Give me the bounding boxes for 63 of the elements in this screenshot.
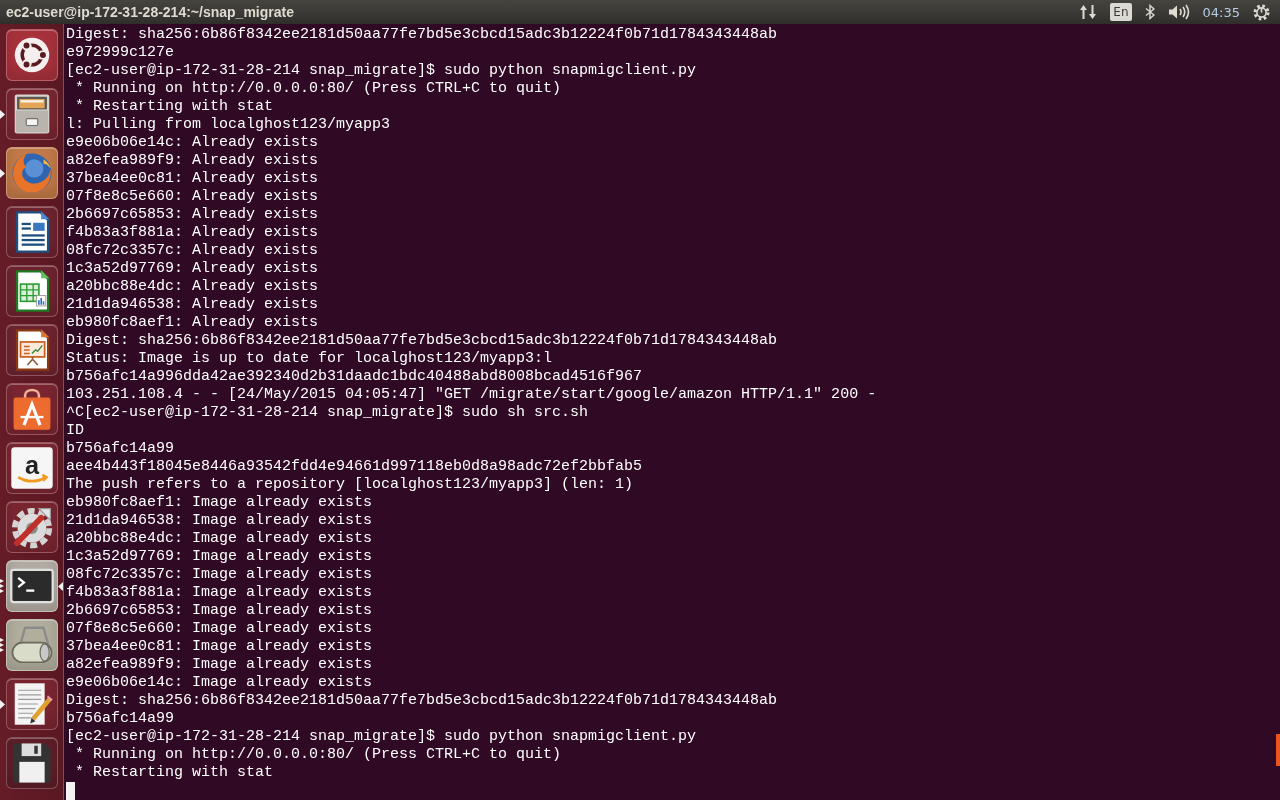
terminal-line: ^C[ec2-user@ip-172-31-28-214 snap_migrate]$ sudo sh src.sh [66, 404, 589, 422]
power-gear-icon[interactable] [1253, 3, 1270, 21]
terminal-line: Digest: sha256:6b86f8342ee2181d50aa77fe7bd5e3cbcd15adc3b12224f0b71d1784343448ab [66, 26, 778, 44]
volume-icon[interactable] [1167, 4, 1190, 20]
launcher-button[interactable] [5, 29, 58, 81]
launcher-button[interactable] [5, 265, 58, 317]
terminal-line: e9e06b06e14c: Image already exists [66, 674, 373, 692]
terminal-line: b756afc14a99 [66, 710, 175, 728]
terminal-line: a20bbc88e4dc: Image already exists [66, 530, 373, 548]
terminal-line: 1c3a52d97769: Already exists [66, 260, 319, 278]
scrollbar-thumb[interactable] [1276, 734, 1280, 766]
terminal-line: e9e06b06e14c: Already exists [66, 134, 319, 152]
launcher-button[interactable] [5, 501, 58, 553]
launcher-button[interactable] [5, 147, 58, 199]
terminal-line: The push refers to a repository [localghost123/myapp3] (len: 1) [66, 476, 634, 494]
terminal-line: Digest: sha256:6b86f8342ee2181d50aa77fe7bd5e3cbcd15adc3b12224f0b71d1784343448ab [66, 332, 778, 350]
terminal-line: f4b83a3f881a: Already exists [66, 224, 319, 242]
terminal-line: eb980fc8aef1: Image already exists [66, 494, 373, 512]
terminal-line: Status: Image is up to date for localghost123/myapp3:l [66, 350, 553, 368]
launcher-button[interactable] [5, 324, 58, 376]
terminal-line: 07f8e8c5e660: Already exists [66, 188, 319, 206]
window-title: ec2-user@ip-172-31-28-214:~/snap_migrate [6, 4, 294, 20]
terminal-line: 2b6697c65853: Image already exists [66, 602, 373, 620]
launcher-button[interactable] [5, 560, 58, 612]
terminal-line: aee4b443f18045e8446a93542fdd4e94661d997118eb0d8a98adc72ef2bbfab5 [66, 458, 643, 476]
terminal-line: ID [66, 422, 84, 440]
terminal-line: a82efea989f9: Already exists [66, 152, 319, 170]
launcher-button[interactable] [5, 383, 58, 435]
terminal-line: * Restarting with stat [74, 764, 274, 782]
terminal-line: b756afc14a996dda42ae392340d2b31daadc1bdc40488abd8008bcad4516f967 [66, 368, 643, 386]
launcher-button[interactable] [5, 619, 58, 671]
terminal-line: 08fc72c3357c: Image already exists [66, 566, 373, 584]
terminal-line: eb980fc8aef1: Already exists [66, 314, 319, 332]
terminal-line: 21d1da946538: Image already exists [66, 512, 373, 530]
keyboard-layout-indicator[interactable]: En [1110, 3, 1132, 21]
terminal-line: 08fc72c3357c: Already exists [66, 242, 319, 260]
terminal-line: 37bea4ee0c81: Image already exists [66, 638, 373, 656]
terminal-line: 21d1da946538: Already exists [66, 296, 319, 314]
terminal-line: f4b83a3f881a: Image already exists [66, 584, 373, 602]
terminal-line: 07f8e8c5e660: Image already exists [66, 620, 373, 638]
terminal-line: a82efea989f9: Image already exists [66, 656, 373, 674]
terminal-line: * Running on http://0.0.0.0:80/ (Press CTRL+C to quit) [74, 746, 562, 764]
launcher-button[interactable] [5, 206, 58, 258]
terminal-line: 103.251.108.4 - - [24/May/2015 04:05:47] "GET /migrate/start/google/amazon HTTP/1.1" 200 - [66, 386, 877, 404]
launcher-button[interactable] [5, 678, 58, 730]
terminal-line: 1c3a52d97769: Image already exists [66, 548, 373, 566]
terminal-line: e972999c127e [66, 44, 175, 62]
terminal-line: 2b6697c65853: Already exists [66, 206, 319, 224]
terminal-line: l: Pulling from localghost123/myapp3 [66, 116, 391, 134]
terminal-line: a20bbc88e4dc: Already exists [66, 278, 319, 296]
terminal-pane[interactable] [64, 24, 1280, 800]
terminal-line: Digest: sha256:6b86f8342ee2181d50aa77fe7bd5e3cbcd15adc3b12224f0b71d1784343448ab [66, 692, 778, 710]
network-icon[interactable] [1079, 4, 1098, 20]
clock[interactable]: 04:35 [1202, 4, 1240, 20]
terminal-line: b756afc14a99 [66, 440, 175, 458]
terminal-line: * Restarting with stat [74, 98, 274, 116]
terminal-line: 37bea4ee0c81: Already exists [66, 170, 319, 188]
terminal-line: [ec2-user@ip-172-31-28-214 snap_migrate]$ sudo python snapmigclient.py [66, 728, 697, 746]
terminal-line: [ec2-user@ip-172-31-28-214 snap_migrate]$ sudo python snapmigclient.py [66, 62, 697, 80]
launcher-button[interactable] [5, 88, 58, 140]
bluetooth-icon[interactable] [1144, 4, 1155, 20]
launcher-button[interactable] [5, 737, 58, 789]
terminal-line: * Running on http://0.0.0.0:80/ (Press CTRL+C to quit) [74, 80, 562, 98]
